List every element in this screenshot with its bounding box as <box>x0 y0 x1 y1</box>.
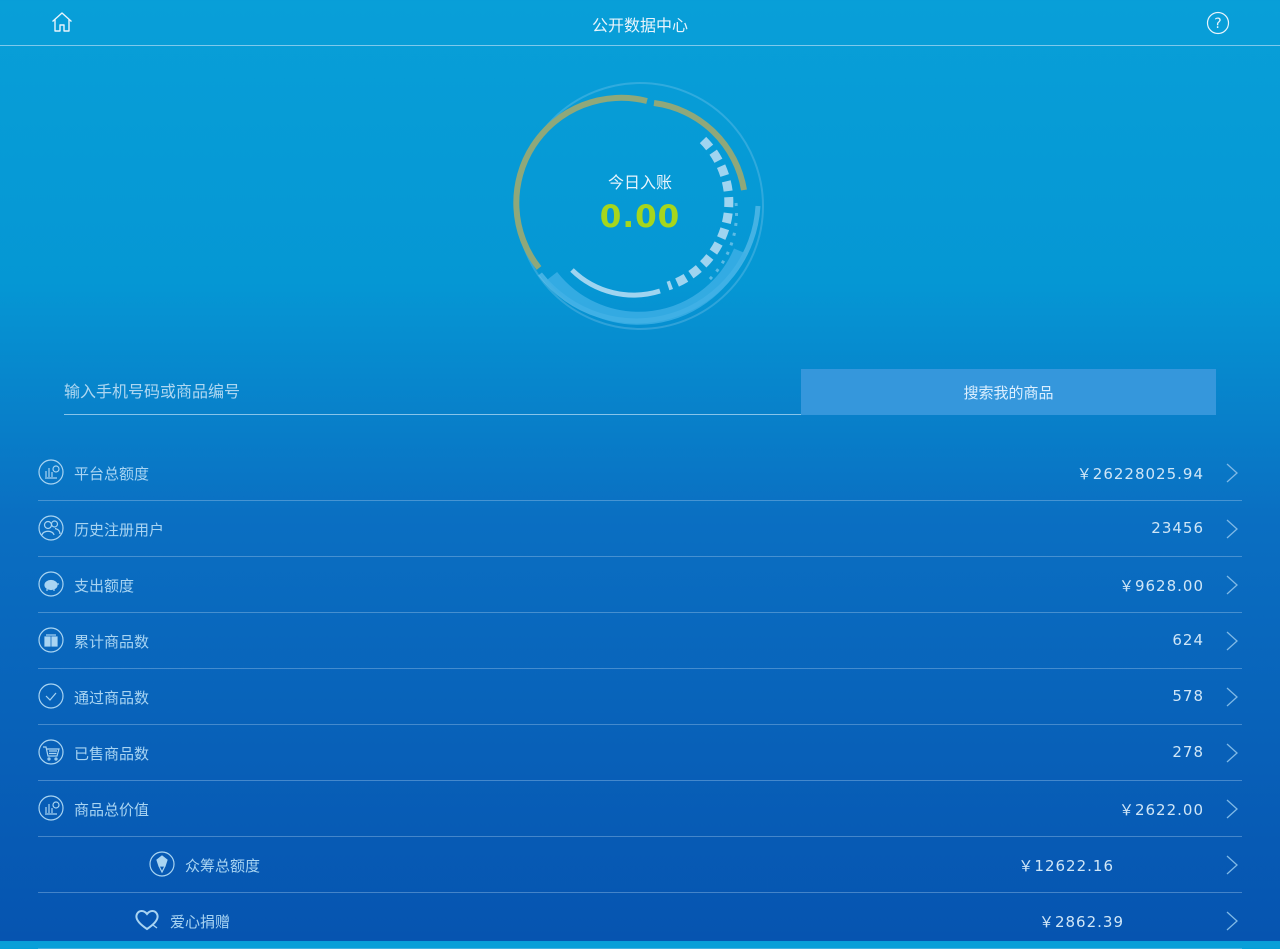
stat-row-registered-users[interactable]: 历史注册用户 23456 <box>38 501 1242 557</box>
stat-label: 累计商品数 <box>74 633 150 651</box>
top-bar: 公开数据中心 ? <box>0 0 1280 46</box>
stat-label: 已售商品数 <box>74 745 150 763</box>
piggy-bank-icon <box>38 571 64 597</box>
stat-row-platform-total[interactable]: 平台总额度 ￥26228025.94 <box>38 445 1242 501</box>
cart-icon <box>38 739 64 765</box>
stat-row-approved-products[interactable]: 通过商品数 578 <box>38 669 1242 725</box>
stat-row-sold-products[interactable]: 已售商品数 278 <box>38 725 1242 781</box>
chevron-right-icon <box>1226 855 1238 875</box>
stat-value: 278 <box>1172 743 1204 761</box>
chart-icon <box>38 795 64 821</box>
chevron-right-icon <box>1226 463 1238 483</box>
page-title: 公开数据中心 <box>591 16 688 35</box>
chart-icon <box>38 459 64 485</box>
stat-value: 624 <box>1172 631 1204 649</box>
stat-value: 578 <box>1172 687 1204 705</box>
chevron-right-icon <box>1226 631 1238 651</box>
check-icon <box>38 683 64 709</box>
crowdfund-icon <box>149 851 175 877</box>
users-icon <box>38 515 64 541</box>
stat-value: ￥9628.00 <box>1118 577 1204 595</box>
stat-value: ￥26228025.94 <box>1076 465 1204 483</box>
chevron-right-icon <box>1226 743 1238 763</box>
stat-row-crowdfunding-total[interactable]: 众筹总额度 ￥12622.16 <box>38 837 1242 893</box>
stat-value: ￥2862.39 <box>1038 913 1124 931</box>
gauge-value: 0.00 <box>599 199 681 235</box>
gift-icon <box>38 627 64 653</box>
svg-text:?: ? <box>1214 16 1221 32</box>
chevron-right-icon <box>1226 799 1238 819</box>
chevron-right-icon <box>1226 575 1238 595</box>
stat-value: 23456 <box>1151 519 1204 537</box>
search-input[interactable] <box>64 369 801 415</box>
gauge-label: 今日入账 <box>607 173 672 192</box>
today-income-gauge: 今日入账 0.00 <box>510 76 770 336</box>
stat-value: ￥2622.00 <box>1118 801 1204 819</box>
stat-row-expenditure[interactable]: 支出额度 ￥9628.00 <box>38 557 1242 613</box>
stat-label: 通过商品数 <box>74 689 150 707</box>
chevron-right-icon <box>1226 911 1238 931</box>
stat-value: ￥12622.16 <box>1018 857 1114 875</box>
chevron-right-icon <box>1226 687 1238 707</box>
stat-label: 平台总额度 <box>74 465 150 483</box>
stat-label: 商品总价值 <box>74 801 150 819</box>
stats-list: 平台总额度 ￥26228025.94 历史注册用户 23456 支出额度 ￥96… <box>38 445 1242 949</box>
stat-label: 爱心捐赠 <box>170 913 231 931</box>
stat-label: 支出额度 <box>74 577 135 595</box>
search-button[interactable]: 搜索我的商品 <box>801 369 1216 415</box>
stat-label: 历史注册用户 <box>74 521 165 539</box>
chevron-right-icon <box>1226 519 1238 539</box>
stat-label: 众筹总额度 <box>185 857 261 875</box>
help-icon[interactable]: ? <box>1206 11 1230 35</box>
stat-row-total-products[interactable]: 累计商品数 624 <box>38 613 1242 669</box>
stat-row-product-value[interactable]: 商品总价值 ￥2622.00 <box>38 781 1242 837</box>
heart-icon <box>133 907 159 933</box>
